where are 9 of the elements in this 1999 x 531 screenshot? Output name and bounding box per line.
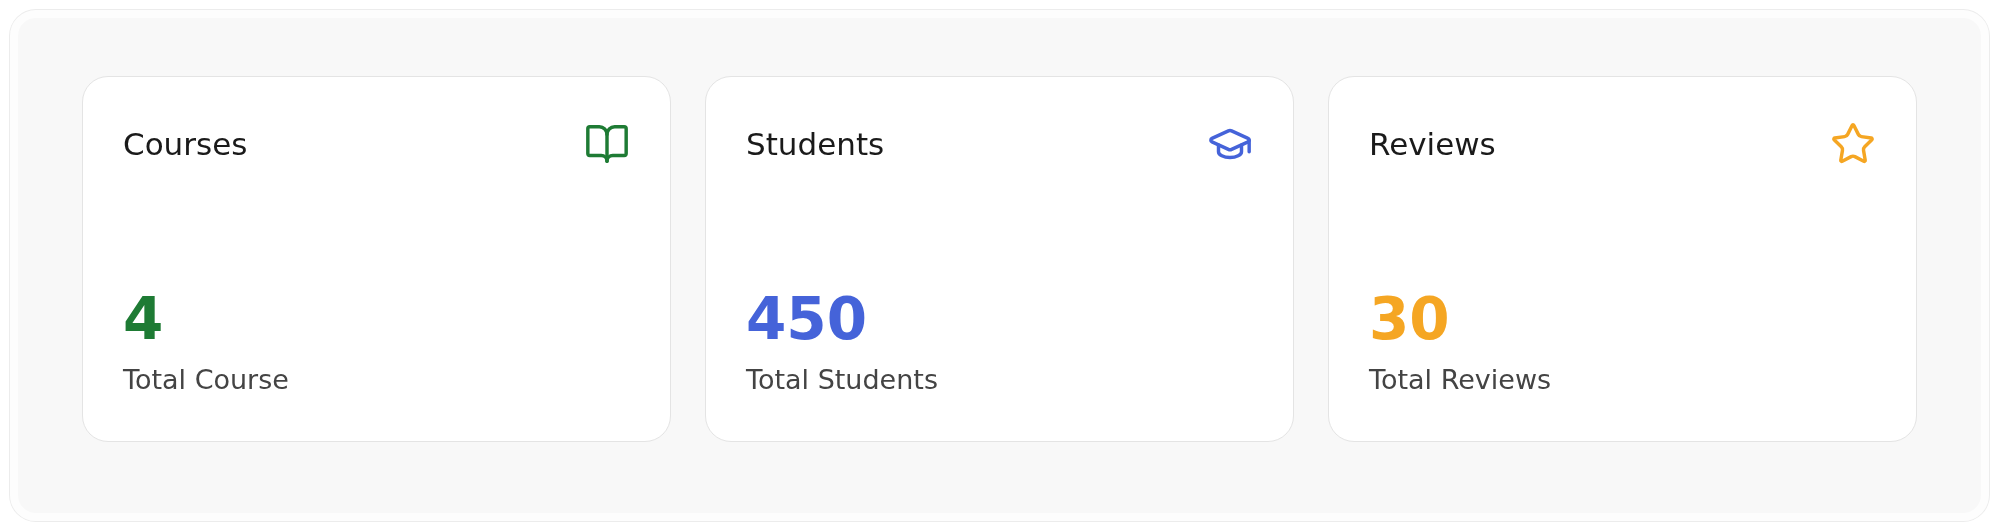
stat-caption: Total Students (746, 364, 939, 395)
card-title: Reviews (1369, 126, 1496, 162)
card-title: Students (746, 126, 885, 162)
stat-caption: Total Course (123, 364, 290, 395)
stat-value: 4 (123, 288, 165, 352)
stat-value: 30 (1369, 288, 1451, 352)
stat-caption: Total Reviews (1369, 364, 1553, 395)
stat-value: 450 (746, 288, 869, 352)
card-title: Courses (123, 126, 248, 162)
